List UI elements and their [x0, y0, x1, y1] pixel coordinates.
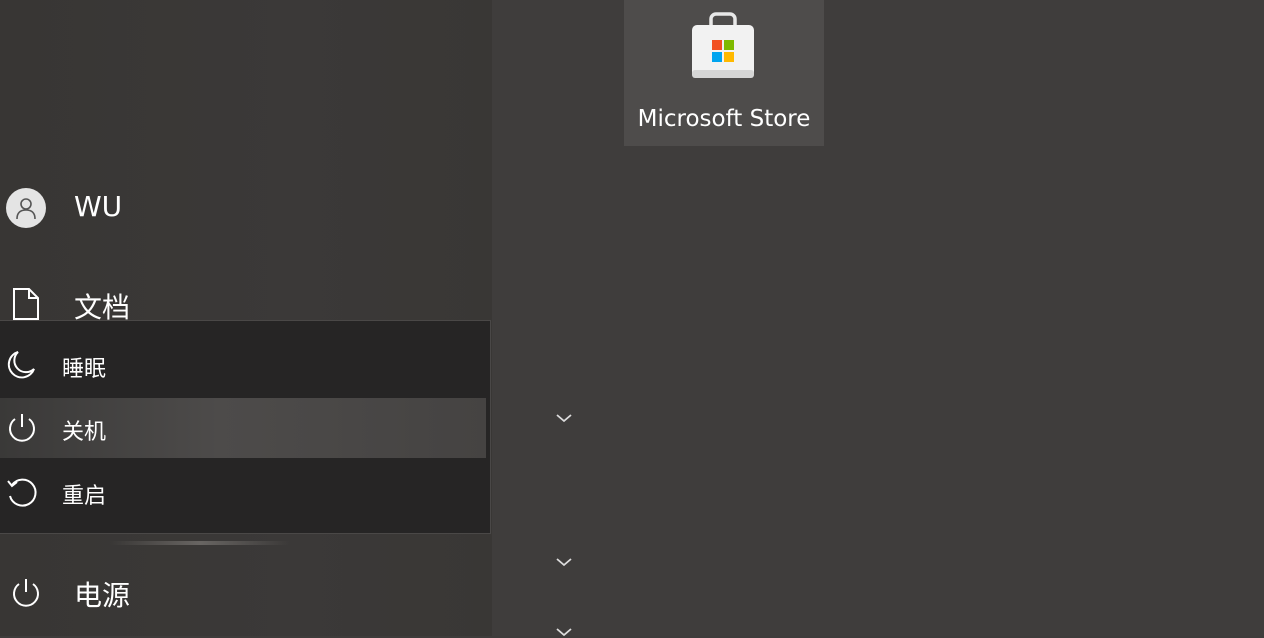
menu-item-shutdown[interactable]: 关机	[0, 398, 486, 458]
moon-icon	[7, 351, 35, 379]
menu-item-sleep[interactable]: 睡眠	[0, 335, 486, 395]
menu-shadow-highlight	[110, 541, 290, 545]
chevron-down-icon[interactable]	[555, 626, 573, 638]
chevron-down-icon[interactable]	[555, 556, 573, 568]
sidebar-item-power[interactable]: 电源	[74, 574, 130, 614]
menu-item-restart[interactable]: 重启	[0, 462, 486, 522]
power-icon	[9, 414, 35, 442]
person-icon	[16, 198, 36, 220]
user-name[interactable]: WU	[74, 190, 122, 223]
microsoft-store-tile-label: Microsoft Store	[637, 106, 811, 132]
menu-item-restart-label: 重启	[62, 484, 107, 509]
start-menu-tiles-pane	[492, 0, 1264, 636]
user-avatar[interactable]	[6, 188, 46, 228]
menu-item-shutdown-label: 关机	[62, 420, 107, 445]
restart-icon	[7, 478, 37, 507]
document-icon[interactable]	[12, 287, 40, 321]
power-button-icon[interactable]	[10, 577, 42, 609]
menu-item-sleep-label: 睡眠	[62, 357, 107, 382]
power-options-menu: 睡眠 关机 重启	[0, 320, 491, 534]
chevron-down-icon[interactable]	[555, 412, 573, 424]
microsoft-store-bag-icon	[692, 12, 754, 78]
